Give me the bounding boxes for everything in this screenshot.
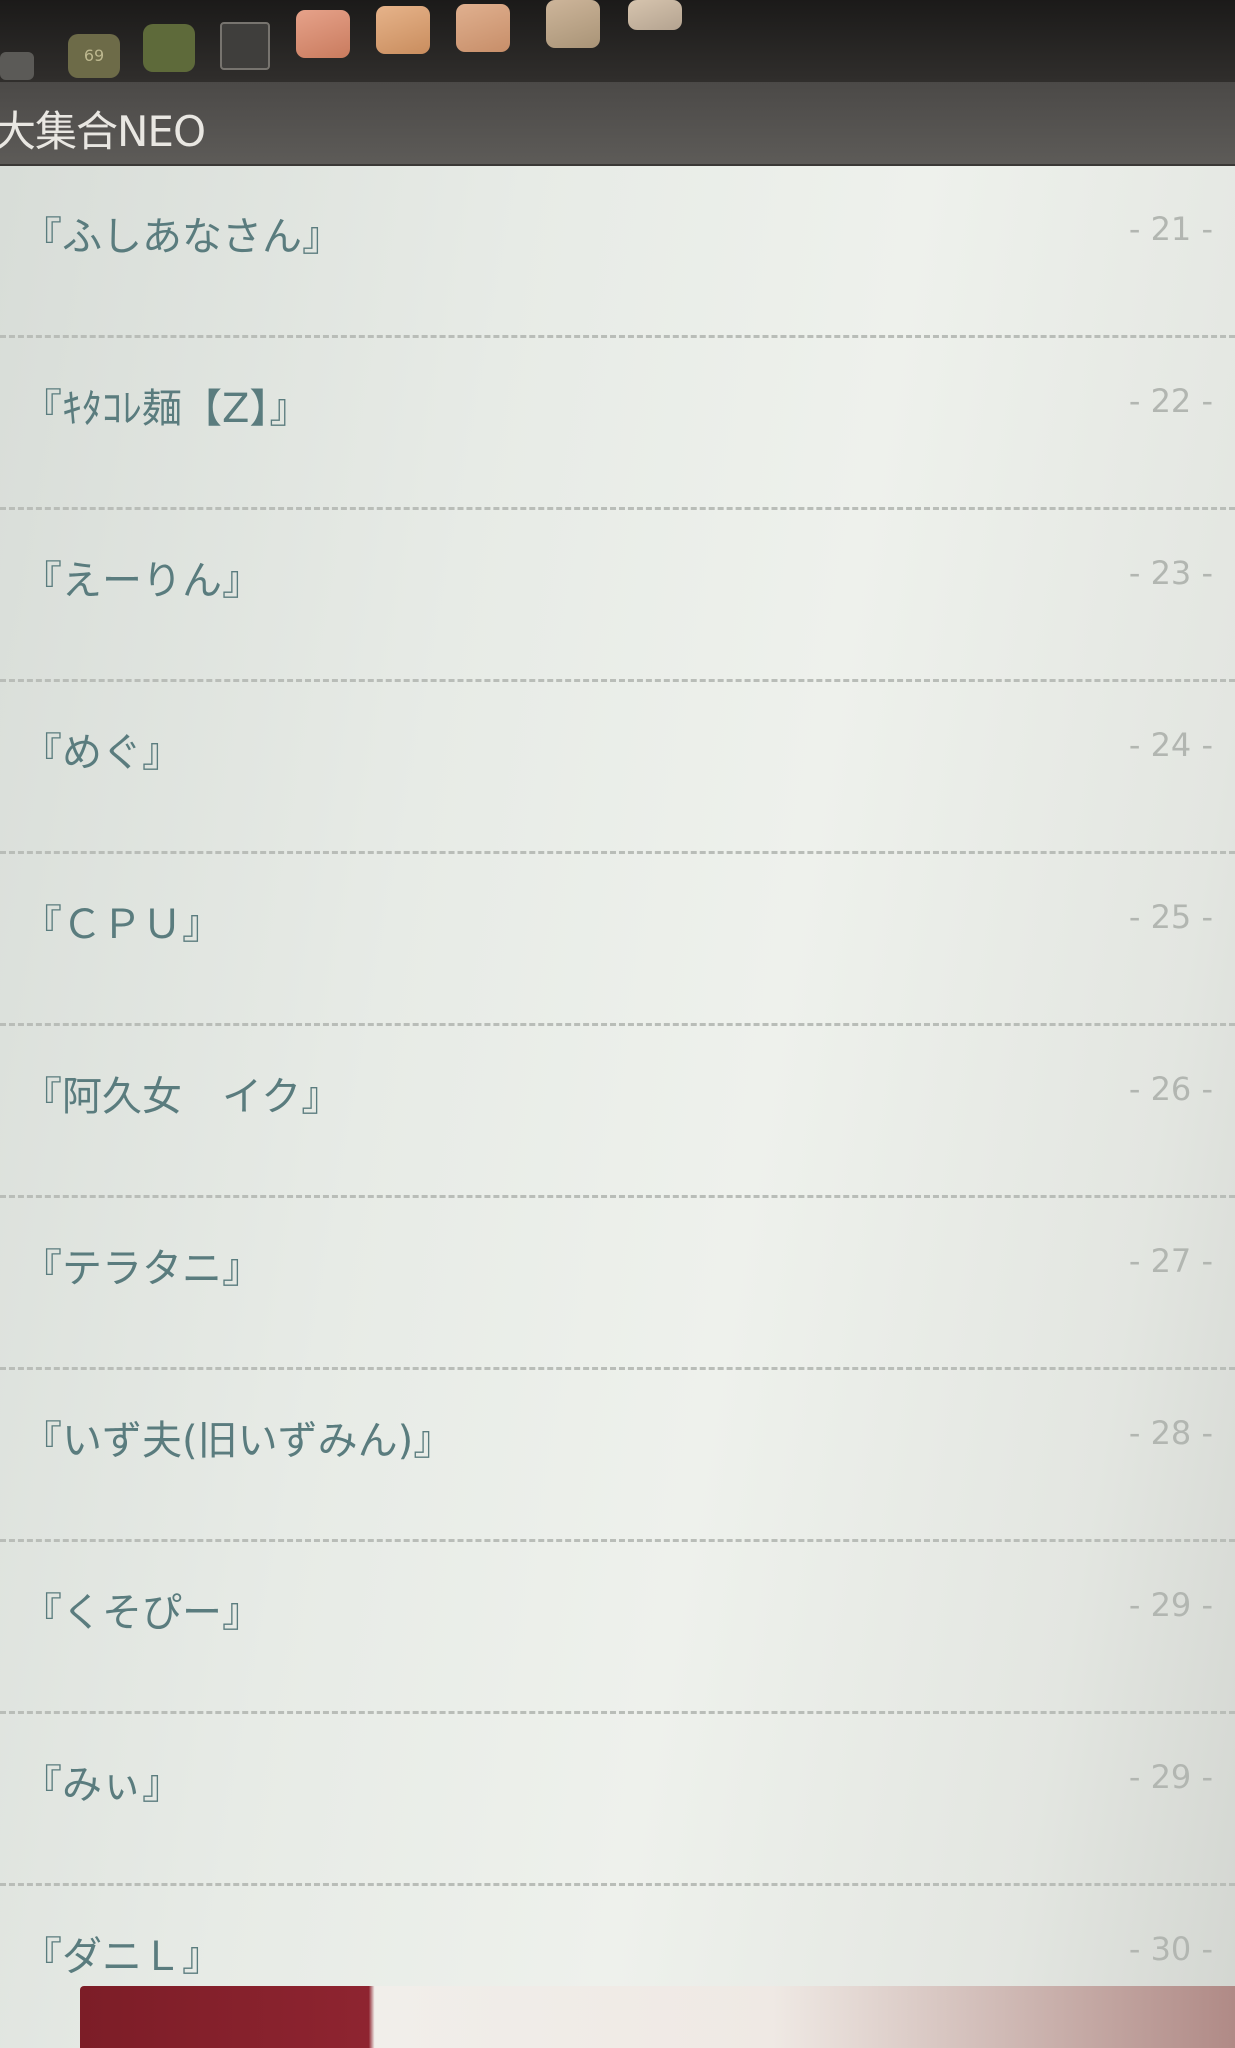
item-name: 『ｷﾀｺﾚ麺【Z】』 xyxy=(22,386,310,432)
item-name: 『いず夫(旧いずみん)』 xyxy=(22,1418,454,1464)
item-name: 『えーりん』 xyxy=(22,558,262,604)
list-item[interactable]: 『テラタニ』 - 27 - xyxy=(0,1198,1235,1370)
list-item[interactable]: 『阿久女 イク』 - 26 - xyxy=(0,1026,1235,1198)
list-item[interactable]: 『いず夫(旧いずみん)』 - 28 - xyxy=(0,1370,1235,1542)
box-icon xyxy=(143,24,195,72)
notification-bar: 69 xyxy=(0,0,1235,82)
page-number: - 22 - xyxy=(1128,382,1213,420)
contents-list: 『ふしあなさん』 - 21 - 『ｷﾀｺﾚ麺【Z】』 - 22 - 『えーりん』… xyxy=(0,166,1235,2048)
page-number: - 29 - xyxy=(1128,1586,1213,1624)
page-number: - 26 - xyxy=(1128,1070,1213,1108)
item-name: 『くそぴー』 xyxy=(22,1590,262,1636)
page-title: 大集合NEO xyxy=(0,107,206,156)
app-icon xyxy=(456,4,510,52)
list-item[interactable]: 『えーりん』 - 23 - xyxy=(0,510,1235,682)
item-name: 『ダニＬ』 xyxy=(22,1934,222,1980)
page-number: - 28 - xyxy=(1128,1414,1213,1452)
list-item[interactable]: 『くそぴー』 - 29 - xyxy=(0,1542,1235,1714)
list-item[interactable]: 『ふしあなさん』 - 21 - xyxy=(0,166,1235,338)
app-icon xyxy=(628,0,682,30)
page-number: - 23 - xyxy=(1128,554,1213,592)
list-item[interactable]: 『ｷﾀｺﾚ麺【Z】』 - 22 - xyxy=(0,338,1235,510)
ad-banner[interactable] xyxy=(80,1986,1235,2048)
page-number: - 27 - xyxy=(1128,1242,1213,1280)
list-item[interactable]: 『めぐ』 - 24 - xyxy=(0,682,1235,854)
page-number: - 21 - xyxy=(1128,210,1213,248)
item-name: 『阿久女 イク』 xyxy=(22,1074,342,1120)
item-name: 『めぐ』 xyxy=(22,730,182,776)
app-icon xyxy=(296,10,350,58)
app-icon xyxy=(546,0,600,48)
title-bar: 大集合NEO xyxy=(0,82,1235,166)
page-number: - 25 - xyxy=(1128,898,1213,936)
screen: 69 大集合NEO 『ふしあなさん』 - 21 - 『ｷﾀｺﾚ麺【Z】』 - 2… xyxy=(0,0,1235,2048)
page-number: - 29 - xyxy=(1128,1758,1213,1796)
item-name: 『ふしあなさん』 xyxy=(22,214,342,260)
badge-icon: 69 xyxy=(68,34,120,78)
app-icon xyxy=(376,6,430,54)
list-item[interactable]: 『ＣＰＵ』 - 25 - xyxy=(0,854,1235,1026)
page-number: - 30 - xyxy=(1128,1930,1213,1968)
item-name: 『テラタニ』 xyxy=(22,1246,262,1292)
item-name: 『みぃ』 xyxy=(22,1762,182,1808)
gallery-icon xyxy=(220,22,270,70)
back-icon xyxy=(0,52,34,80)
item-name: 『ＣＰＵ』 xyxy=(22,902,222,948)
page-number: - 24 - xyxy=(1128,726,1213,764)
badge-count: 69 xyxy=(83,46,105,65)
list-item[interactable]: 『みぃ』 - 29 - xyxy=(0,1714,1235,1886)
